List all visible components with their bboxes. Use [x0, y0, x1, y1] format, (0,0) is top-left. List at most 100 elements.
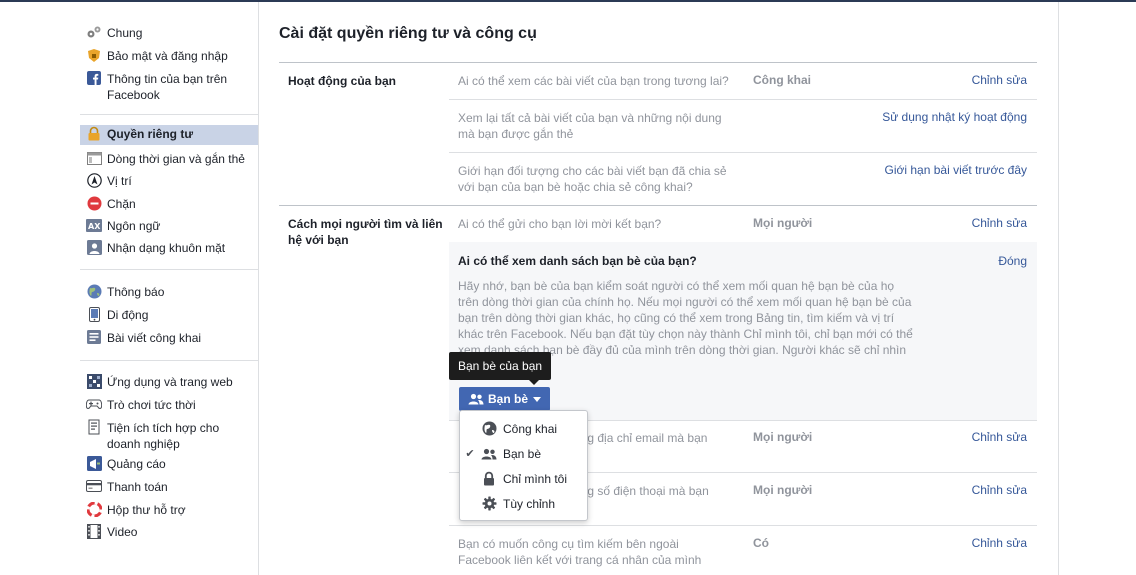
- setting-question: ằng số điện thoại mà bạn: [574, 484, 709, 498]
- audience-option-only-me[interactable]: Chỉ mình tôi: [460, 466, 587, 491]
- checkmark-icon: ✔: [465, 448, 475, 460]
- sidebar-item-your-info[interactable]: Thông tin của bạn trên Facebook: [80, 70, 258, 103]
- activity-log-link[interactable]: Sử dụng nhật ký hoạt động: [882, 110, 1027, 124]
- audience-selector-label: Bạn bè: [488, 392, 529, 406]
- gamepad-icon: [84, 396, 104, 412]
- sidebar-item-face-recognition[interactable]: Nhận dạng khuôn mặt: [80, 239, 258, 256]
- sidebar-item-video[interactable]: Video: [80, 523, 258, 540]
- sidebar-item-payments[interactable]: Thanh toán: [80, 478, 258, 495]
- audience-selector-button[interactable]: Bạn bè: [459, 387, 550, 411]
- sidebar-item-label: Thông báo: [107, 285, 165, 299]
- sidebar-item-label: Vị trí: [107, 174, 132, 188]
- edit-link[interactable]: Chỉnh sửa: [972, 73, 1027, 87]
- sidebar-item-label: Chặn: [107, 197, 136, 211]
- audience-option-label: Chỉ mình tôi: [503, 471, 568, 486]
- sidebar-item-label: Chung: [107, 26, 143, 40]
- gear-icon: [480, 496, 498, 511]
- setting-question: Ai có thể gửi cho bạn lời mời kết bạn?: [458, 217, 662, 231]
- location-icon: [84, 172, 104, 188]
- edit-link[interactable]: Chỉnh sửa: [972, 536, 1027, 550]
- face-recognition-icon: [84, 239, 104, 255]
- audience-menu: Công khai ✔ Bạn bè Chỉ mình tôi Tùy chỉn…: [459, 410, 588, 521]
- business-icon: [84, 419, 104, 435]
- sidebar-item-label: Bảo mật và đăng nhập: [107, 49, 228, 63]
- lifebuoy-icon: [84, 501, 104, 517]
- sidebar-item-label: Ứng dụng và trang web: [107, 375, 233, 389]
- sidebar-item-support-inbox[interactable]: Hộp thư hỗ trợ: [80, 501, 258, 518]
- apps-icon: [84, 373, 104, 389]
- sidebar-divider: [258, 2, 259, 575]
- friends-icon: [468, 393, 484, 405]
- setting-question: Giới hạn đối tượng cho các bài viết bạn …: [458, 164, 727, 194]
- audience-option-custom[interactable]: Tùy chỉnh: [460, 491, 587, 516]
- limit-past-posts-link[interactable]: Giới hạn bài viết trước đây: [885, 163, 1028, 177]
- expanded-setting-description: Hãy nhớ, bạn bè của bạn kiểm soát người …: [458, 279, 913, 357]
- setting-value: Công khai: [753, 73, 812, 87]
- sidebar-item-label: Quảng cáo: [107, 457, 166, 471]
- audience-tooltip: Bạn bè của bạn: [449, 352, 552, 385]
- globe-icon: [480, 421, 498, 436]
- setting-value: Có: [753, 536, 769, 550]
- sidebar-item-label: Di động: [107, 308, 149, 322]
- audience-option-label: Bạn bè: [503, 446, 542, 461]
- row-divider: [449, 525, 1037, 526]
- settings-page: Chung Bảo mật và đăng nhập Thông tin của…: [0, 2, 1136, 575]
- mobile-icon: [84, 306, 104, 322]
- edit-link[interactable]: Chỉnh sửa: [972, 483, 1027, 497]
- svg-text:AX: AX: [88, 222, 101, 231]
- audience-option-label: Tùy chỉnh: [503, 496, 556, 511]
- sidebar-item-block[interactable]: Chặn: [80, 195, 258, 212]
- sidebar-item-label: Thanh toán: [107, 480, 168, 494]
- sidebar-item-label: Quyền riêng tư: [107, 127, 194, 141]
- sidebar-item-label: Hộp thư hỗ trợ: [107, 503, 186, 517]
- friends-icon: [480, 448, 498, 460]
- section-divider: [279, 62, 1037, 63]
- setting-question: ằng địa chỉ email mà bạn: [574, 431, 708, 445]
- sidebar-item-privacy[interactable]: Quyền riêng tư: [80, 125, 258, 145]
- sidebar-item-timeline[interactable]: Dòng thời gian và gắn thẻ: [80, 150, 258, 167]
- sidebar-item-ads[interactable]: Quảng cáo: [80, 455, 258, 472]
- row-divider: [449, 152, 1037, 153]
- language-icon: AX: [84, 217, 104, 233]
- sidebar-item-apps[interactable]: Ứng dụng và trang web: [80, 373, 258, 390]
- sidebar-item-public-posts[interactable]: Bài viết công khai: [80, 329, 258, 346]
- timeline-icon: [84, 150, 104, 166]
- expanded-setting-title: Ai có thể xem danh sách bạn bè của bạn?: [458, 254, 697, 268]
- sidebar-item-label: Nhận dạng khuôn mặt: [107, 241, 226, 255]
- sidebar-item-label: Ngôn ngữ: [107, 219, 161, 233]
- sidebar-item-label: Video: [107, 525, 138, 539]
- rss-icon: [84, 329, 104, 345]
- sidebar-item-business-integrations[interactable]: Tiện ích tích hợp cho doanh nghiệp: [80, 419, 258, 452]
- setting-question: Bạn có muốn công cụ tìm kiếm bên ngoài Fa…: [458, 537, 702, 567]
- sidebar-item-general[interactable]: Chung: [80, 24, 258, 41]
- sidebar-item-label: Thông tin của bạn trên Facebook: [107, 72, 228, 102]
- section-title-your-activity: Hoạt động của bạn: [288, 74, 396, 88]
- audience-option-friends[interactable]: ✔ Bạn bè: [460, 441, 587, 466]
- sidebar-item-label: Tiện ích tích hợp cho doanh nghiệp: [107, 421, 220, 451]
- payments-icon: [84, 478, 104, 494]
- row-divider: [449, 99, 1037, 100]
- edit-link[interactable]: Chỉnh sửa: [972, 430, 1027, 444]
- sidebar-item-mobile[interactable]: Di động: [80, 306, 258, 323]
- audience-option-public[interactable]: Công khai: [460, 416, 587, 441]
- facebook-icon: [84, 70, 104, 86]
- close-link[interactable]: Đóng: [998, 254, 1027, 268]
- sidebar-item-language[interactable]: AX Ngôn ngữ: [80, 217, 258, 234]
- setting-value: Mọi người: [753, 430, 813, 444]
- sidebar-item-label: Dòng thời gian và gắn thẻ: [107, 152, 245, 166]
- page-title: Cài đặt quyền riêng tư và công cụ: [279, 25, 537, 42]
- audience-option-label: Công khai: [503, 421, 558, 436]
- sidebar-item-instant-games[interactable]: Trò chơi tức thời: [80, 396, 258, 413]
- sidebar-item-label: Bài viết công khai: [107, 331, 202, 345]
- setting-question: Xem lại tất cả bài viết của bạn và những…: [458, 111, 722, 141]
- lock-icon: [84, 125, 104, 141]
- sidebar-item-notifications[interactable]: Thông báo: [80, 283, 258, 300]
- video-icon: [84, 523, 104, 539]
- lock-icon: [480, 471, 498, 486]
- edit-link[interactable]: Chỉnh sửa: [972, 216, 1027, 230]
- sidebar-item-security[interactable]: Bảo mật và đăng nhập: [80, 47, 258, 64]
- sidebar-item-location[interactable]: Vị trí: [80, 172, 258, 189]
- section-divider: [279, 205, 1037, 206]
- globe-icon: [84, 283, 104, 299]
- block-icon: [84, 195, 104, 211]
